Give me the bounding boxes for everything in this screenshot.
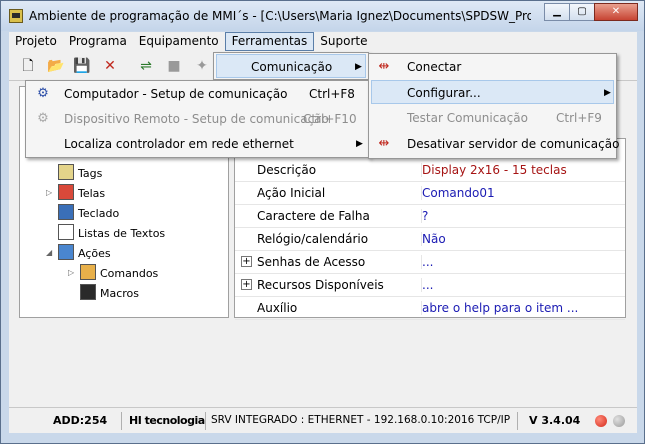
- menu-equipamento[interactable]: Equipamento: [133, 32, 225, 51]
- tag-icon: [58, 164, 74, 180]
- menu-item-computador-setup[interactable]: ⚙ Computador - Setup de comunicação Ctrl…: [28, 82, 367, 106]
- menu-item-conectar[interactable]: ⇹ Conectar: [371, 55, 614, 79]
- transfer-icon[interactable]: ⇌: [137, 57, 155, 75]
- app-icon: [9, 9, 23, 23]
- prop-name: Relógio/calendário: [257, 232, 369, 246]
- menu-ferramentas[interactable]: Ferramentas: [224, 32, 315, 51]
- minimize-button[interactable]: ▁: [544, 3, 570, 21]
- ferramentas-menu: Comunicação ▶: [213, 52, 369, 80]
- prop-row[interactable]: + Senhas de Acesso ...: [235, 251, 625, 274]
- collapse-arrow-icon[interactable]: ◢: [46, 244, 54, 262]
- menu-item-localiza[interactable]: Localiza controlador em rede ethernet ▶: [28, 132, 367, 156]
- status-address: ADD:254: [53, 414, 108, 427]
- tree-item-listas-textos[interactable]: Listas de Textos: [58, 224, 165, 242]
- prop-value[interactable]: Não: [421, 232, 621, 246]
- tree-item-comandos[interactable]: Comandos: [80, 264, 158, 282]
- status-bar: ADD:254 HI tecnologia SRV INTEGRADO : ET…: [9, 407, 637, 433]
- status-led-red-icon: [595, 415, 607, 427]
- prop-row[interactable]: + Recursos Disponíveis ...: [235, 274, 625, 297]
- menu-item-configurar[interactable]: Configurar... ▶: [371, 80, 614, 104]
- expand-arrow-icon[interactable]: ▷: [46, 184, 54, 202]
- macros-icon: [80, 284, 96, 300]
- submenu-arrow-icon: ▶: [355, 62, 362, 72]
- status-led-gray-icon: [613, 415, 625, 427]
- menu-projeto[interactable]: Projeto: [9, 32, 63, 51]
- prop-name: Auxílio: [257, 301, 298, 315]
- open-folder-icon[interactable]: 📂: [47, 57, 65, 75]
- prop-row[interactable]: Ação Inicial Comando01: [235, 182, 625, 205]
- remote-device-icon: ⚙: [37, 111, 49, 126]
- prop-row[interactable]: Relógio/calendário Não: [235, 228, 625, 251]
- prop-name: Ação Inicial: [257, 186, 326, 200]
- disabled-tool-icon[interactable]: ■: [165, 57, 183, 75]
- delete-icon[interactable]: ✕: [101, 57, 119, 75]
- actions-icon: [58, 244, 74, 260]
- disabled-probe-icon[interactable]: ✦: [193, 57, 211, 75]
- menu-item-dispositivo-setup[interactable]: ⚙ Dispositivo Remoto - Setup de comunica…: [28, 107, 367, 131]
- new-file-icon[interactable]: 🗋: [19, 57, 37, 75]
- prop-value[interactable]: Display 2x16 - 15 teclas: [421, 163, 621, 177]
- app-window: Ambiente de programação de MMI´s - [C:\U…: [0, 0, 645, 444]
- expand-plus-icon[interactable]: +: [241, 256, 252, 267]
- tree-item-macros[interactable]: Macros: [80, 284, 139, 302]
- computer-setup-icon: ⚙: [37, 86, 49, 101]
- menu-item-testar[interactable]: Testar Comunicação Ctrl+F9: [371, 106, 614, 130]
- prop-name: Caractere de Falha: [257, 209, 370, 223]
- comunicacao-submenu: ⇹ Conectar Configurar... ▶ Testar Comuni…: [368, 53, 620, 159]
- prop-value[interactable]: Comando01: [421, 186, 621, 200]
- tree-item-acoes[interactable]: Ações: [58, 244, 111, 262]
- window-controls: ▁ ▢ ✕: [544, 3, 638, 21]
- submenu-arrow-icon: ▶: [356, 139, 363, 149]
- prop-value[interactable]: ...: [421, 278, 621, 292]
- menu-suporte[interactable]: Suporte: [314, 32, 373, 51]
- ferramentas-menu-items: ⚙ Computador - Setup de comunicação Ctrl…: [25, 80, 370, 158]
- menu-item-comunicacao[interactable]: Comunicação ▶: [216, 54, 366, 78]
- submenu-arrow-icon: ▶: [604, 88, 611, 98]
- prop-row[interactable]: Descrição Display 2x16 - 15 teclas: [235, 159, 625, 182]
- menu-bar: Projeto Programa Equipamento Ferramentas…: [9, 32, 637, 51]
- prop-name: Senhas de Acesso: [257, 255, 366, 269]
- prop-value[interactable]: abre o help para o item ...: [421, 301, 621, 315]
- keyboard-icon: [58, 204, 74, 220]
- prop-row[interactable]: Caractere de Falha ?: [235, 205, 625, 228]
- maximize-button[interactable]: ▢: [569, 3, 595, 21]
- expand-plus-icon[interactable]: +: [241, 279, 252, 290]
- status-version: V 3.4.04: [529, 414, 581, 427]
- prop-row[interactable]: Auxílio abre o help para o item ...: [235, 297, 625, 320]
- menu-programa[interactable]: Programa: [63, 32, 133, 51]
- window-title: Ambiente de programação de MMI´s - [C:\U…: [29, 9, 531, 23]
- tree-item-tags[interactable]: Tags: [58, 164, 102, 182]
- title-bar[interactable]: Ambiente de programação de MMI´s - [C:\U…: [1, 1, 644, 31]
- tree-item-teclado[interactable]: Teclado: [58, 204, 119, 222]
- status-company: HI tecnologia: [129, 414, 205, 427]
- properties-grid[interactable]: Descrição Display 2x16 - 15 teclas Ação …: [234, 138, 626, 320]
- commands-icon: [80, 264, 96, 280]
- close-button[interactable]: ✕: [594, 3, 638, 21]
- disconnect-server-icon: ⇹: [378, 136, 390, 151]
- prop-value[interactable]: ?: [421, 209, 621, 223]
- text-list-icon: [58, 224, 74, 240]
- connect-plug-icon: ⇹: [378, 59, 390, 74]
- prop-name: Descrição: [257, 163, 317, 177]
- menu-item-desativar[interactable]: ⇹ Desativar servidor de comunicação: [371, 132, 620, 156]
- save-icon[interactable]: 💾: [73, 57, 91, 75]
- tree-item-telas[interactable]: Telas: [58, 184, 105, 202]
- status-connection: SRV INTEGRADO : ETHERNET - 192.168.0.10:…: [211, 414, 511, 426]
- screen-icon: [58, 184, 74, 200]
- expand-arrow-icon[interactable]: ▷: [68, 264, 76, 282]
- prop-value[interactable]: ...: [421, 255, 621, 269]
- prop-name: Recursos Disponíveis: [257, 278, 384, 292]
